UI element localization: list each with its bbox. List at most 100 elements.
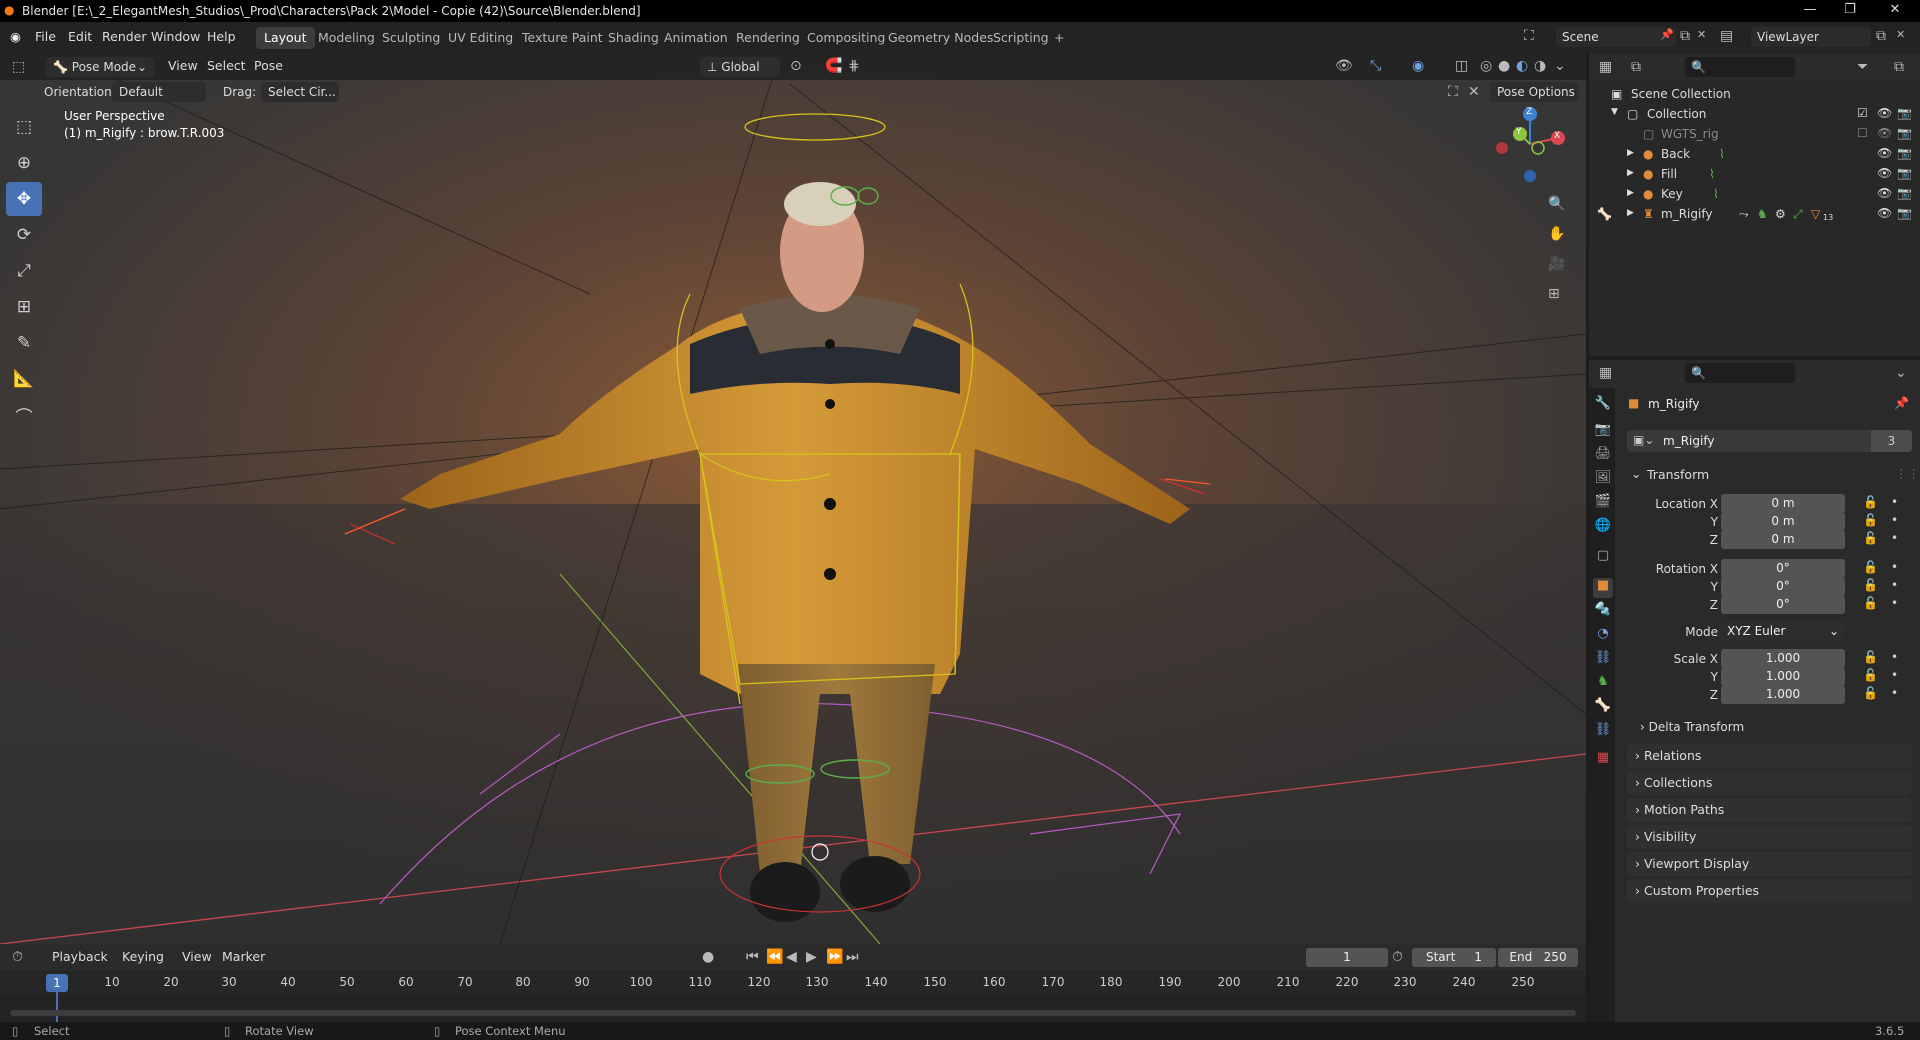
- render-camera-icon[interactable]: 📷: [1897, 146, 1912, 160]
- annotate-tool-icon[interactable]: ✎: [6, 326, 42, 360]
- pan-hand-icon[interactable]: ✋: [1548, 226, 1565, 242]
- scale-tool-icon[interactable]: ⤢: [6, 254, 42, 288]
- jump-start-icon[interactable]: ⏮: [746, 949, 759, 965]
- menu-playback[interactable]: Playback: [52, 949, 108, 964]
- outliner-item-m-rigify[interactable]: 🦴 ▶ ♜ m_Rigify ⤳ ♞ ⚙ ⤢ ▽ 13 👁 📷: [1589, 204, 1920, 224]
- render-camera-icon[interactable]: 📷: [1897, 126, 1912, 140]
- pin-icon[interactable]: 📌: [1894, 396, 1909, 410]
- transform-orientation-selector[interactable]: ⊥ Global: [700, 57, 780, 77]
- lock-scale-x-icon[interactable]: 🔓: [1863, 650, 1878, 664]
- minimize-icon[interactable]: —: [1790, 2, 1830, 17]
- timeline-scrollbar[interactable]: [10, 1010, 1576, 1016]
- new-viewlayer-icon[interactable]: ⧉: [1876, 28, 1886, 44]
- visibility-selector-icon[interactable]: 👁: [1335, 58, 1353, 74]
- wireframe-shading-icon[interactable]: ◎: [1480, 58, 1492, 74]
- tab-modeling[interactable]: Modeling: [310, 27, 383, 49]
- new-scene-icon[interactable]: ⧉: [1680, 28, 1690, 44]
- zoom-icon[interactable]: 🔍: [1548, 196, 1565, 212]
- jump-keyframe-back-icon[interactable]: ⏪: [766, 949, 783, 965]
- timeline-editor-icon[interactable]: ⏱: [12, 949, 23, 965]
- lock-rotation-x-icon[interactable]: 🔓: [1863, 560, 1878, 574]
- render-camera-icon[interactable]: 📷: [1897, 166, 1912, 180]
- playhead[interactable]: 1: [46, 974, 68, 992]
- visibility-eye-icon[interactable]: 👁: [1877, 186, 1892, 200]
- physics-tab-icon[interactable]: ◔: [1593, 626, 1613, 646]
- outliner-item-wgts-rig[interactable]: ▢ WGTS_rig ☐ 👁 📷: [1589, 124, 1920, 144]
- perspective-toggle-icon[interactable]: ⊞: [1548, 286, 1560, 302]
- overlay-toggle-icon[interactable]: ◉: [1412, 58, 1424, 74]
- navigation-gizmo[interactable]: Z X Y: [1490, 104, 1570, 184]
- expand-arrow-icon[interactable]: ▶: [1627, 168, 1634, 178]
- transform-panel-header[interactable]: ⌄ Transform ⋮⋮: [1627, 462, 1920, 486]
- keyframe-dot-icon[interactable]: •: [1891, 531, 1898, 545]
- panel-custom-properties[interactable]: › Custom Properties: [1627, 879, 1912, 903]
- checkbox-icon[interactable]: ☐: [1857, 126, 1868, 140]
- measure-tool-icon[interactable]: 📐: [6, 362, 42, 396]
- expand-arrow-icon[interactable]: ▶: [1627, 208, 1634, 218]
- tool-tab-icon[interactable]: 🔧: [1593, 396, 1613, 416]
- display-mode-icon[interactable]: ⧉: [1631, 59, 1641, 75]
- lock-location-x-icon[interactable]: 🔓: [1863, 495, 1878, 509]
- visibility-eye-icon[interactable]: 👁: [1877, 106, 1892, 120]
- panel-visibility[interactable]: › Visibility: [1627, 825, 1912, 849]
- end-frame-field[interactable]: End 250: [1498, 948, 1578, 967]
- expand-arrow-icon[interactable]: ▼: [1611, 107, 1618, 117]
- menu-keying[interactable]: Keying: [122, 949, 164, 964]
- keyframe-dot-icon[interactable]: •: [1891, 560, 1898, 574]
- camera-view-icon[interactable]: 🎥: [1548, 256, 1565, 272]
- sidebar-toggle-icon[interactable]: ⛶: [1448, 84, 1458, 100]
- armature-data-tab-icon[interactable]: ♞: [1593, 674, 1613, 694]
- rotation-mode-dropdown[interactable]: XYZ Euler ⌄: [1721, 622, 1845, 641]
- drag-dropdown[interactable]: Select Cir...: [261, 82, 339, 102]
- menu-pose[interactable]: Pose: [254, 58, 283, 73]
- transform-tool-icon[interactable]: ⊞: [6, 290, 42, 324]
- world-tab-icon[interactable]: 🌐: [1593, 518, 1613, 538]
- location-x-field[interactable]: 0 m: [1721, 494, 1845, 513]
- panel-relations[interactable]: › Relations: [1627, 744, 1912, 768]
- keyframe-dot-icon[interactable]: •: [1891, 668, 1898, 682]
- blender-menu-icon[interactable]: ◉: [10, 29, 21, 44]
- orientation-dropdown[interactable]: Default: [112, 82, 206, 102]
- menu-marker[interactable]: Marker: [222, 949, 265, 964]
- clock-icon[interactable]: ⏱: [1392, 949, 1403, 965]
- play-icon[interactable]: ▶: [806, 949, 817, 965]
- shading-options-icon[interactable]: ⌄: [1554, 58, 1566, 74]
- visibility-eye-icon[interactable]: 👁: [1877, 166, 1892, 180]
- menu-view[interactable]: View: [168, 58, 198, 73]
- menu-timeline-view[interactable]: View: [182, 949, 212, 964]
- keyframe-dot-icon[interactable]: •: [1891, 578, 1898, 592]
- bone-tab-icon[interactable]: 🦴: [1593, 698, 1613, 718]
- filter-icon[interactable]: ⏷: [1857, 59, 1868, 75]
- relax-tool-icon[interactable]: ⌒: [6, 398, 42, 432]
- add-workspace-icon[interactable]: +: [1046, 27, 1072, 49]
- outliner-item-fill[interactable]: ▶ ● Fill ⌇ 👁 📷: [1589, 164, 1920, 184]
- expand-arrow-icon[interactable]: ▶: [1627, 188, 1634, 198]
- object-tab-icon[interactable]: ■: [1593, 578, 1613, 598]
- view-layer-tab-icon[interactable]: 🖼: [1593, 470, 1613, 490]
- lock-location-y-icon[interactable]: 🔓: [1863, 513, 1878, 527]
- scene-tab-icon[interactable]: 🎬: [1593, 494, 1613, 514]
- lock-scale-z-icon[interactable]: 🔓: [1863, 686, 1878, 700]
- lock-scale-y-icon[interactable]: 🔓: [1863, 668, 1878, 682]
- panel-collections[interactable]: › Collections: [1627, 771, 1912, 795]
- lock-rotation-z-icon[interactable]: 🔓: [1863, 596, 1878, 610]
- panel-motion-paths[interactable]: › Motion Paths: [1627, 798, 1912, 822]
- panel-viewport-display[interactable]: › Viewport Display: [1627, 852, 1912, 876]
- properties-editor-icon[interactable]: ▦: [1599, 365, 1612, 381]
- delete-scene-icon[interactable]: ✕: [1697, 28, 1706, 41]
- delete-viewlayer-icon[interactable]: ✕: [1896, 28, 1905, 41]
- snap-settings-icon[interactable]: ⋕: [848, 58, 860, 74]
- snap-icon[interactable]: 🧲: [825, 58, 842, 74]
- outliner-item-back[interactable]: ▶ ● Back ⌇ 👁 📷: [1589, 144, 1920, 164]
- pose-mode-toggle-icon[interactable]: 🦴: [1597, 207, 1612, 221]
- scale-z-field[interactable]: 1.000: [1721, 685, 1845, 704]
- visibility-eye-icon[interactable]: 👁: [1877, 146, 1892, 160]
- object-name-field[interactable]: m_Rigify: [1663, 434, 1714, 448]
- tab-rendering[interactable]: Rendering: [728, 27, 808, 49]
- properties-search-input[interactable]: 🔍: [1685, 363, 1795, 383]
- keyframe-dot-icon[interactable]: •: [1891, 596, 1898, 610]
- render-camera-icon[interactable]: 📷: [1897, 186, 1912, 200]
- visibility-eye-icon[interactable]: 👁: [1877, 126, 1892, 140]
- tab-uv-editing[interactable]: UV Editing: [440, 27, 521, 49]
- render-camera-icon[interactable]: 📷: [1897, 106, 1912, 120]
